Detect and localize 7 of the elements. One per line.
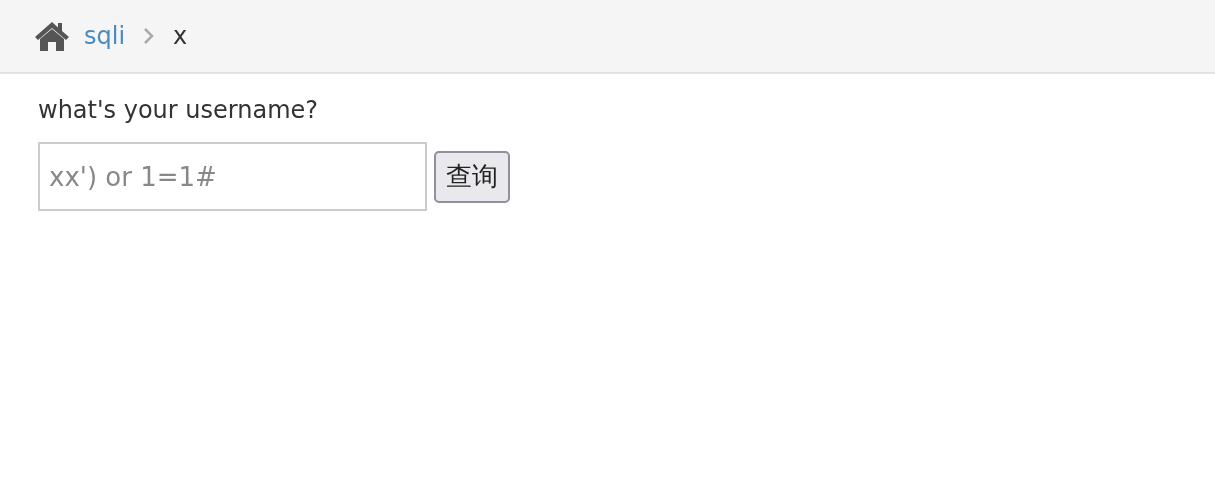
question-label: what's your username? [38, 96, 319, 124]
username-field[interactable]: xx') or 1=1# [38, 142, 427, 211]
chevron-icon [143, 27, 156, 45]
home-icon[interactable] [34, 20, 70, 52]
breadcrumb-current: x [173, 22, 188, 50]
query-button[interactable]: 查询 [434, 150, 510, 203]
breadcrumb-link[interactable]: sqli [84, 22, 126, 50]
